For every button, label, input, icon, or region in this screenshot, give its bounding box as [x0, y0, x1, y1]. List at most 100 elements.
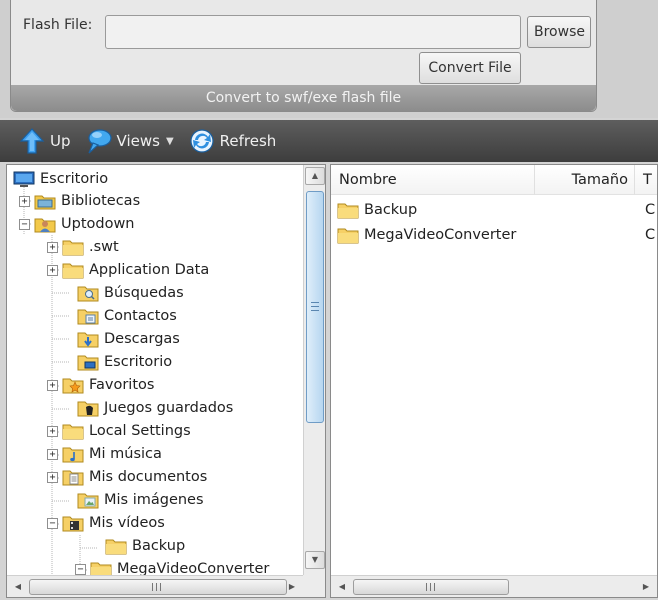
collapse-icon[interactable]: − [19, 218, 30, 230]
scroll-down-arrow-icon[interactable]: ▼ [305, 551, 325, 569]
folder-tree-pane[interactable]: Escritorio + Bibliotecas − Uptodown + .s… [6, 164, 326, 598]
scroll-right-arrow-icon[interactable]: ▶ [283, 578, 301, 596]
tree-horizontal-scrollbar[interactable]: ◀ ▶ [7, 575, 303, 597]
tree-item-application-data[interactable]: + Application Data [47, 259, 209, 281]
expand-icon[interactable]: + [47, 241, 58, 253]
games-folder-icon [77, 401, 99, 417]
tree-scroll-thumb[interactable] [306, 191, 324, 423]
expand-icon[interactable]: + [47, 448, 58, 460]
up-arrow-icon [19, 128, 45, 154]
column-header-tipo[interactable]: T [635, 165, 657, 195]
tree-item-mis-imagenes[interactable]: Mis imágenes [62, 489, 204, 511]
expand-icon[interactable]: + [47, 471, 58, 483]
navigation-toolbar: Up Views ▼ Refresh [0, 120, 658, 162]
list-hscroll-thumb[interactable] [353, 579, 509, 595]
collapse-icon[interactable]: − [47, 517, 58, 529]
flash-file-label: Flash File: [23, 17, 93, 33]
tree-item-label: Mi música [89, 446, 162, 462]
scroll-left-arrow-icon[interactable]: ◀ [333, 578, 351, 596]
tree-item-label: Backup [132, 538, 186, 554]
tree-item-label: Uptodown [61, 216, 135, 232]
tree-hscroll-thumb[interactable] [29, 579, 287, 595]
tree-item-mis-videos[interactable]: − Mis vídeos [47, 512, 165, 534]
scroll-right-arrow-icon[interactable]: ▶ [637, 578, 655, 596]
column-header-tamano[interactable]: Tamaño [535, 165, 635, 195]
scroll-corner [303, 575, 325, 597]
refresh-button[interactable]: Refresh [188, 127, 277, 155]
collapse-icon[interactable]: − [75, 563, 86, 575]
views-button[interactable]: Views ▼ [85, 127, 174, 155]
file-name: MegaVideoConverter [364, 227, 517, 243]
tree-item-label: Escritorio [104, 354, 173, 370]
up-button[interactable]: Up [18, 127, 71, 155]
scroll-up-arrow-icon[interactable]: ▲ [305, 167, 325, 185]
tree-root[interactable]: Escritorio [13, 168, 108, 190]
grip-icon [152, 583, 161, 591]
list-horizontal-scrollbar[interactable]: ◀ ▶ [331, 575, 657, 597]
downloads-folder-icon [77, 332, 99, 348]
user-folder-icon [34, 218, 56, 233]
folder-icon [337, 228, 359, 244]
expand-icon[interactable]: + [47, 425, 58, 437]
tree-item-swt[interactable]: + .swt [47, 236, 119, 258]
browse-button[interactable]: Browse [527, 16, 591, 48]
expand-icon[interactable]: + [19, 195, 30, 207]
tree-item-label: Local Settings [89, 423, 191, 439]
convert-panel-background: Flash File: Browse Convert File Convert … [0, 0, 658, 118]
convert-panel: Flash File: Browse Convert File Convert … [10, 0, 597, 112]
tree-item-bibliotecas[interactable]: + Bibliotecas [19, 190, 140, 212]
tree-root-label: Escritorio [40, 171, 109, 187]
tree-item-local-settings[interactable]: + Local Settings [47, 420, 191, 442]
documents-folder-icon [62, 470, 84, 486]
tree-item-juegos-guardados[interactable]: Juegos guardados [62, 397, 233, 419]
tree-item-contactos[interactable]: Contactos [62, 305, 177, 327]
chevron-down-icon: ▼ [165, 135, 174, 147]
tree-item-escritorio[interactable]: Escritorio [62, 351, 172, 373]
tree-vertical-scrollbar[interactable]: ▲ ▼ [303, 165, 325, 575]
tree-item-backup[interactable]: Backup [90, 535, 185, 557]
tree-item-label: Juegos guardados [104, 400, 234, 416]
scroll-left-arrow-icon[interactable]: ◀ [9, 578, 27, 596]
convert-file-button[interactable]: Convert File [419, 52, 521, 84]
tree-item-label: .swt [89, 239, 119, 255]
grip-icon [311, 302, 319, 311]
desktop-folder-icon [77, 355, 99, 371]
up-label: Up [50, 132, 71, 150]
file-type: C [645, 227, 656, 243]
column-header-nombre[interactable]: Nombre [331, 165, 535, 195]
tree-item-label: Contactos [104, 308, 177, 324]
tree-item-uptodown[interactable]: − Uptodown [19, 213, 135, 235]
flash-file-input[interactable] [105, 15, 521, 49]
tree-item-descargas[interactable]: Descargas [62, 328, 180, 350]
folder-icon [62, 424, 84, 440]
tree-item-label: Bibliotecas [61, 193, 141, 209]
contacts-folder-icon [77, 309, 99, 325]
pictures-folder-icon [77, 493, 99, 509]
tree-item-favoritos[interactable]: + Favoritos [47, 374, 154, 396]
refresh-label: Refresh [219, 132, 277, 150]
views-icon [87, 129, 112, 154]
videos-folder-icon [62, 516, 84, 532]
file-name: Backup [364, 202, 418, 218]
expand-icon[interactable]: + [47, 379, 58, 391]
tree-item-label: Mis vídeos [89, 515, 165, 531]
tree-item-label: Mis documentos [89, 469, 208, 485]
tree-item-mis-documentos[interactable]: + Mis documentos [47, 466, 207, 488]
file-list-pane[interactable]: Nombre Tamaño T Backup C MegaVideoConver… [330, 164, 658, 598]
tree-item-label: Búsquedas [104, 285, 184, 301]
folder-icon [105, 539, 127, 555]
refresh-icon [190, 129, 214, 153]
file-row-megavideoconverter[interactable]: MegaVideoConverter C [337, 223, 655, 247]
expand-icon[interactable]: + [47, 264, 58, 276]
tree-item-busquedas[interactable]: Búsquedas [62, 282, 184, 304]
tree-item-label: Application Data [89, 262, 210, 278]
file-row-backup[interactable]: Backup C [337, 198, 655, 222]
tree-item-mi-musica[interactable]: + Mi música [47, 443, 162, 465]
